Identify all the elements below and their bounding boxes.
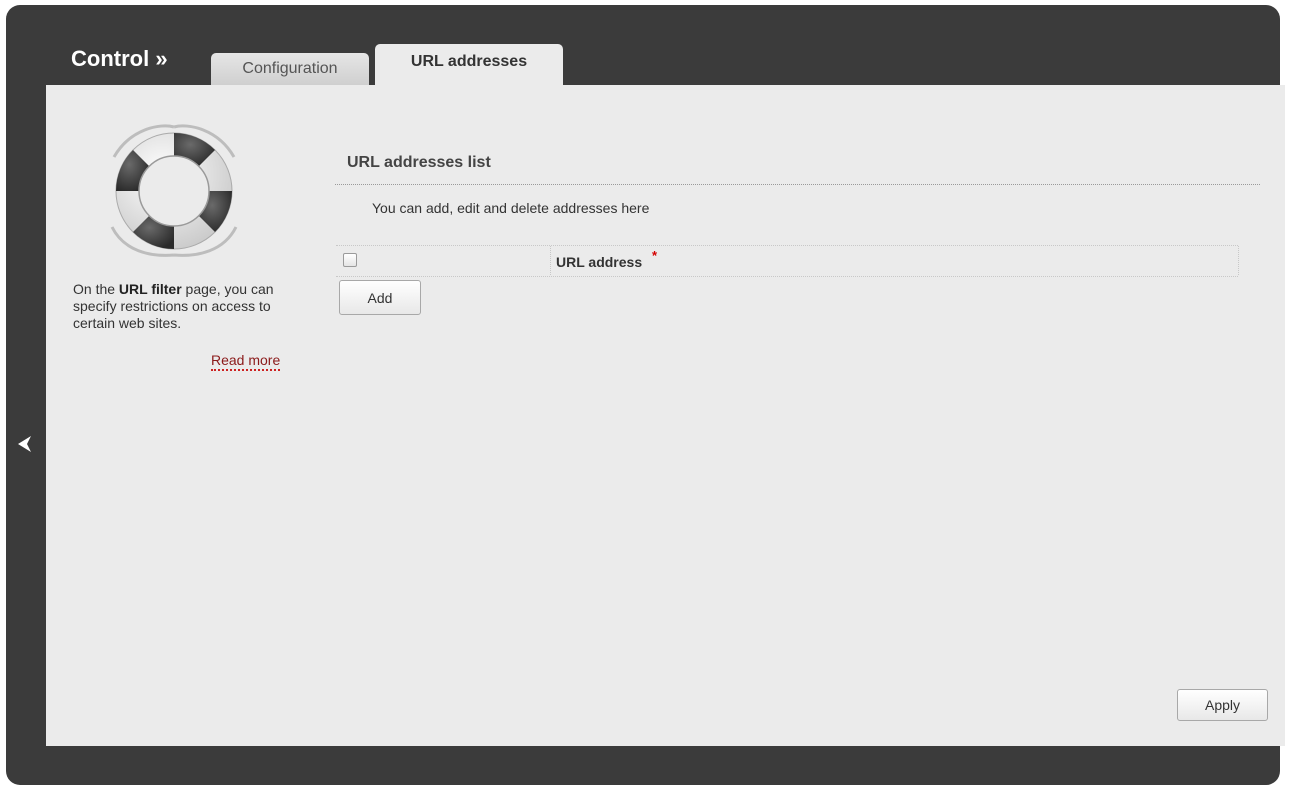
- column-header-url-address: URL address: [556, 254, 643, 270]
- lifebuoy-icon: [110, 124, 238, 257]
- page-title: Control »: [71, 46, 168, 71]
- read-more-link[interactable]: Read more: [211, 352, 281, 371]
- apply-button[interactable]: Apply: [1177, 689, 1268, 721]
- column-divider-end: [1238, 246, 1239, 275]
- sidebar-description: On the URL filter page, you can specify …: [73, 281, 274, 331]
- section-title: URL addresses list: [347, 154, 491, 171]
- section-divider: [335, 184, 1260, 185]
- sidebar-bold-term: URL filter: [118, 281, 182, 297]
- tab-configuration[interactable]: Configuration: [211, 53, 369, 85]
- collapse-sidebar-icon[interactable]: [13, 432, 35, 456]
- section-description: You can add, edit and delete addresses h…: [372, 200, 650, 216]
- table-header: [336, 245, 1238, 277]
- column-divider: [550, 246, 551, 275]
- tab-url-addresses[interactable]: URL addresses: [375, 44, 563, 86]
- required-marker: *: [652, 248, 658, 263]
- add-button[interactable]: Add: [339, 280, 421, 315]
- select-all-checkbox[interactable]: [343, 253, 357, 267]
